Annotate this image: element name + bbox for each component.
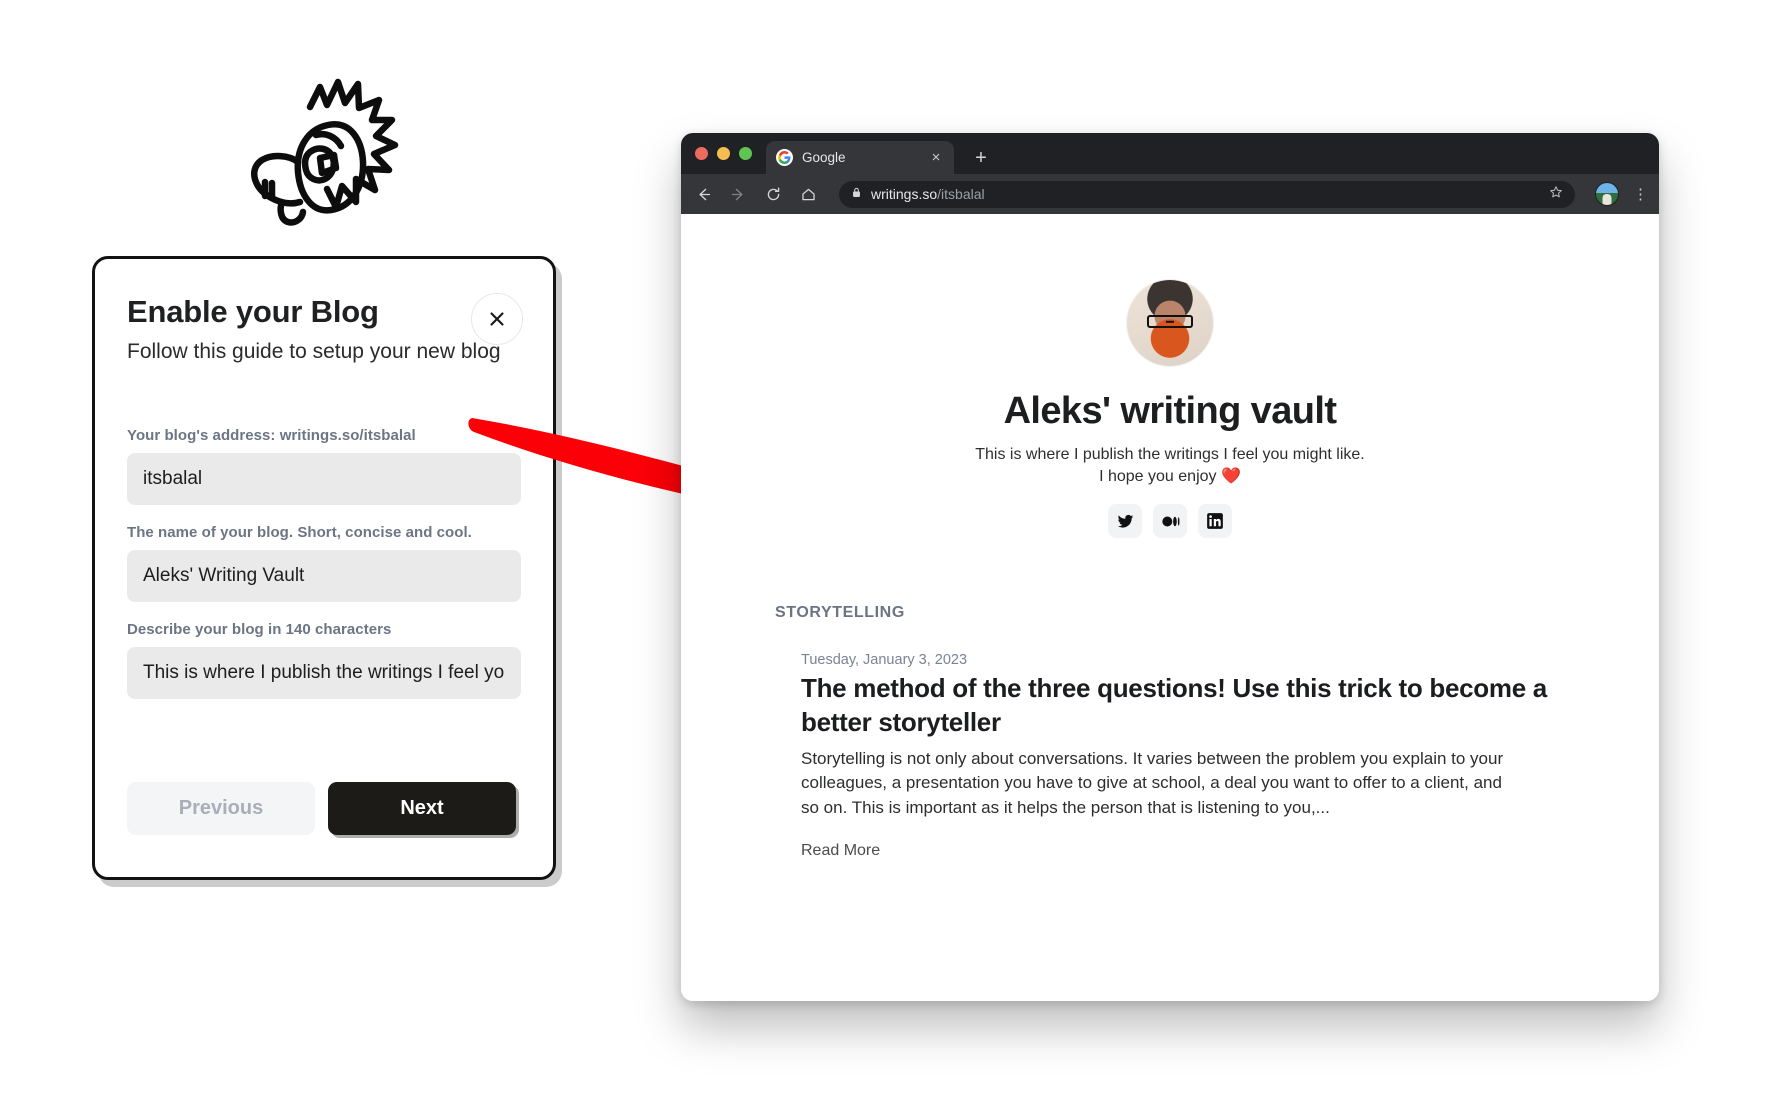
dialog-subtitle: Follow this guide to setup your new blog bbox=[127, 339, 501, 363]
medium-icon[interactable] bbox=[1153, 504, 1187, 539]
read-more-link[interactable]: Read More bbox=[801, 842, 880, 860]
tab-close-icon[interactable]: × bbox=[928, 150, 944, 165]
screenshot-root: Enable your Blog Follow this guide to se… bbox=[0, 0, 1768, 1115]
social-links bbox=[681, 504, 1659, 539]
reload-icon[interactable] bbox=[763, 184, 784, 205]
close-icon bbox=[487, 309, 507, 329]
field-label-blog-name: The name of your blog. Short, concise an… bbox=[127, 524, 472, 541]
avatar bbox=[1127, 280, 1213, 366]
blog-description-input[interactable] bbox=[127, 647, 521, 699]
tab-google[interactable]: Google × bbox=[766, 141, 954, 174]
url-domain: writings.so bbox=[871, 186, 938, 202]
previous-button[interactable]: Previous bbox=[127, 782, 315, 835]
next-button[interactable]: Next bbox=[328, 782, 516, 835]
url-path: /itsbalal bbox=[937, 186, 985, 202]
category-label: STORYTELLING bbox=[775, 604, 905, 622]
megaphone-icon bbox=[232, 62, 412, 232]
new-tab-button[interactable]: + bbox=[970, 148, 992, 168]
bookmark-star-icon[interactable] bbox=[1549, 185, 1563, 204]
dialog-header: Enable your Blog Follow this guide to se… bbox=[127, 294, 523, 365]
field-blog-address: Your blog's address: writings.so/itsbala… bbox=[127, 427, 521, 505]
forward-icon[interactable] bbox=[728, 184, 749, 205]
field-blog-name: The name of your blog. Short, concise an… bbox=[127, 524, 521, 602]
post-excerpt: Storytelling is not only about conversat… bbox=[801, 748, 1504, 818]
address-bar[interactable]: writings.so/itsbalal bbox=[839, 180, 1575, 208]
browser-toolbar: writings.so/itsbalal ⋮ bbox=[681, 174, 1659, 214]
blog-header: Aleks' writing vault This is where I pub… bbox=[681, 214, 1659, 539]
enable-blog-dialog: Enable your Blog Follow this guide to se… bbox=[92, 256, 556, 880]
home-icon[interactable] bbox=[798, 184, 819, 205]
page-content: Aleks' writing vault This is where I pub… bbox=[681, 214, 1659, 1001]
field-blog-description: Describe your blog in 140 characters bbox=[127, 621, 521, 699]
field-label-blog-address: Your blog's address: writings.so/itsbala… bbox=[127, 427, 416, 444]
blog-description-line-1: This is where I publish the writings I f… bbox=[975, 446, 1365, 463]
url-text: writings.so/itsbalal bbox=[871, 186, 985, 202]
blog-description-line-2: I hope you enjoy ❤️ bbox=[1099, 468, 1241, 486]
blog-setup-form: Your blog's address: writings.so/itsbala… bbox=[127, 427, 521, 718]
tab-title: Google bbox=[802, 150, 846, 165]
field-label-blog-description: Describe your blog in 140 characters bbox=[127, 621, 392, 638]
maximize-window-button[interactable] bbox=[739, 147, 752, 160]
post-date: Tuesday, January 3, 2023 bbox=[801, 652, 968, 669]
lock-icon bbox=[851, 185, 862, 203]
twitter-icon[interactable] bbox=[1108, 504, 1142, 539]
blog-description: This is where I publish the writings I f… bbox=[681, 444, 1659, 488]
list-item: Tuesday, January 3, 2023 The method of t… bbox=[775, 652, 1565, 860]
linkedin-icon[interactable] bbox=[1198, 504, 1232, 539]
blog-title: Aleks' writing vault bbox=[1003, 390, 1337, 432]
browser-window: Google × + writings.so/itsbalal ⋮ Aleks'… bbox=[681, 133, 1659, 1001]
browser-tabstrip: Google × + bbox=[681, 133, 1659, 174]
blog-name-input[interactable] bbox=[127, 550, 521, 602]
window-controls bbox=[695, 133, 766, 174]
browser-menu-icon[interactable]: ⋮ bbox=[1633, 187, 1648, 202]
back-icon[interactable] bbox=[693, 184, 714, 205]
profile-avatar-button[interactable] bbox=[1595, 182, 1619, 206]
close-window-button[interactable] bbox=[695, 147, 708, 160]
page-title: Enable your Blog bbox=[127, 294, 379, 329]
glasses-icon bbox=[1147, 315, 1193, 329]
google-favicon-icon bbox=[776, 149, 793, 166]
post-title[interactable]: The method of the three questions! Use t… bbox=[801, 671, 1565, 740]
dialog-actions: Previous Next bbox=[127, 782, 521, 835]
close-button[interactable] bbox=[471, 293, 523, 345]
minimize-window-button[interactable] bbox=[717, 147, 730, 160]
blog-address-input[interactable] bbox=[127, 453, 521, 505]
post-list: STORYTELLING Tuesday, January 3, 2023 Th… bbox=[681, 604, 1659, 860]
